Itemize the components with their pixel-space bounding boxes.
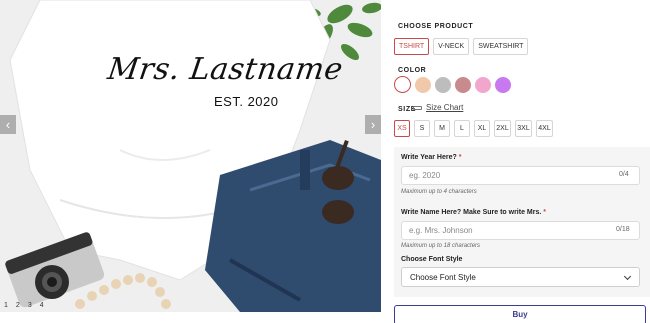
year-field-label-text: Write Year Here? (401, 154, 457, 161)
size-option-3xl[interactable]: 3XL (515, 120, 532, 137)
color-label: COLOR (398, 67, 427, 74)
size-option-2xl[interactable]: 2XL (494, 120, 511, 137)
name-input[interactable] (401, 221, 640, 240)
product-page: Mrs. Lastname EST. 2020 ‹ › 1 2 3 4 CHOO… (0, 0, 650, 323)
year-field-label: Write Year Here? * (401, 154, 461, 161)
gallery-next-button[interactable]: › (365, 115, 381, 134)
year-input[interactable] (401, 166, 640, 185)
product-type-options: TSHIRT V-NECK SWEATSHIRT (394, 38, 529, 55)
size-chart-link[interactable]: Size Chart (413, 103, 463, 112)
color-swatch-pink[interactable] (475, 76, 491, 93)
name-field-label-text: Write Name Here? Make Sure to write Mrs. (401, 209, 542, 216)
chevron-down-icon (623, 272, 632, 281)
product-option-tshirt[interactable]: TSHIRT (394, 38, 430, 55)
product-options-panel: CHOOSE PRODUCT TSHIRT V-NECK SWEATSHIRT … (394, 0, 650, 323)
color-swatch-mauve[interactable] (455, 76, 471, 93)
year-required-mark: * (458, 154, 462, 161)
name-char-counter: 0/18 (616, 226, 630, 233)
size-option-s[interactable]: S (414, 120, 430, 137)
buy-button[interactable]: Buy (394, 305, 646, 323)
gallery-dot-3[interactable]: 3 (28, 302, 32, 309)
size-option-l[interactable]: L (454, 120, 470, 137)
gallery-pagination: 1 2 3 4 (4, 302, 44, 309)
size-options: XS S M L XL 2XL 3XL 4XL (394, 120, 553, 137)
size-option-xl[interactable]: XL (474, 120, 490, 137)
name-required-mark: * (543, 209, 546, 216)
gallery-dot-2[interactable]: 2 (16, 302, 20, 309)
name-hint: Maximum up to 18 characters (401, 243, 481, 249)
ruler-icon (413, 105, 422, 110)
color-swatch-peach[interactable] (415, 76, 431, 93)
font-style-label: Choose Font Style (401, 256, 463, 263)
product-photo (0, 0, 381, 312)
gallery-prev-button[interactable]: ‹ (0, 115, 16, 134)
product-option-vneck[interactable]: V-NECK (433, 38, 470, 55)
gallery-dot-4[interactable]: 4 (40, 302, 44, 309)
color-swatch-white[interactable] (394, 76, 411, 93)
choose-product-label: CHOOSE PRODUCT (398, 23, 474, 30)
year-char-counter: 0/4 (619, 171, 629, 178)
product-image-gallery[interactable]: Mrs. Lastname EST. 2020 ‹ › 1 2 3 4 (0, 0, 381, 312)
font-style-select-value: Choose Font Style (410, 273, 476, 282)
font-style-select[interactable]: Choose Font Style (401, 267, 640, 287)
shirt-print-name: Mrs. Lastname (105, 52, 346, 87)
year-hint: Maximum up to 4 characters (401, 189, 477, 195)
personalization-box: Write Year Here? * 0/4 Maximum up to 4 c… (394, 147, 650, 297)
name-field-label: Write Name Here? Make Sure to write Mrs.… (401, 209, 546, 216)
gallery-dot-1[interactable]: 1 (4, 302, 8, 309)
color-swatch-purple[interactable] (495, 76, 511, 93)
color-swatches (394, 76, 511, 93)
size-option-4xl[interactable]: 4XL (536, 120, 553, 137)
size-option-m[interactable]: M (434, 120, 450, 137)
size-chart-label: Size Chart (426, 103, 464, 112)
shirt-print-est: EST. 2020 (214, 94, 279, 109)
product-option-sweatshirt[interactable]: SWEATSHIRT (473, 38, 529, 55)
color-swatch-gray[interactable] (435, 76, 451, 93)
size-option-xs[interactable]: XS (394, 120, 410, 137)
